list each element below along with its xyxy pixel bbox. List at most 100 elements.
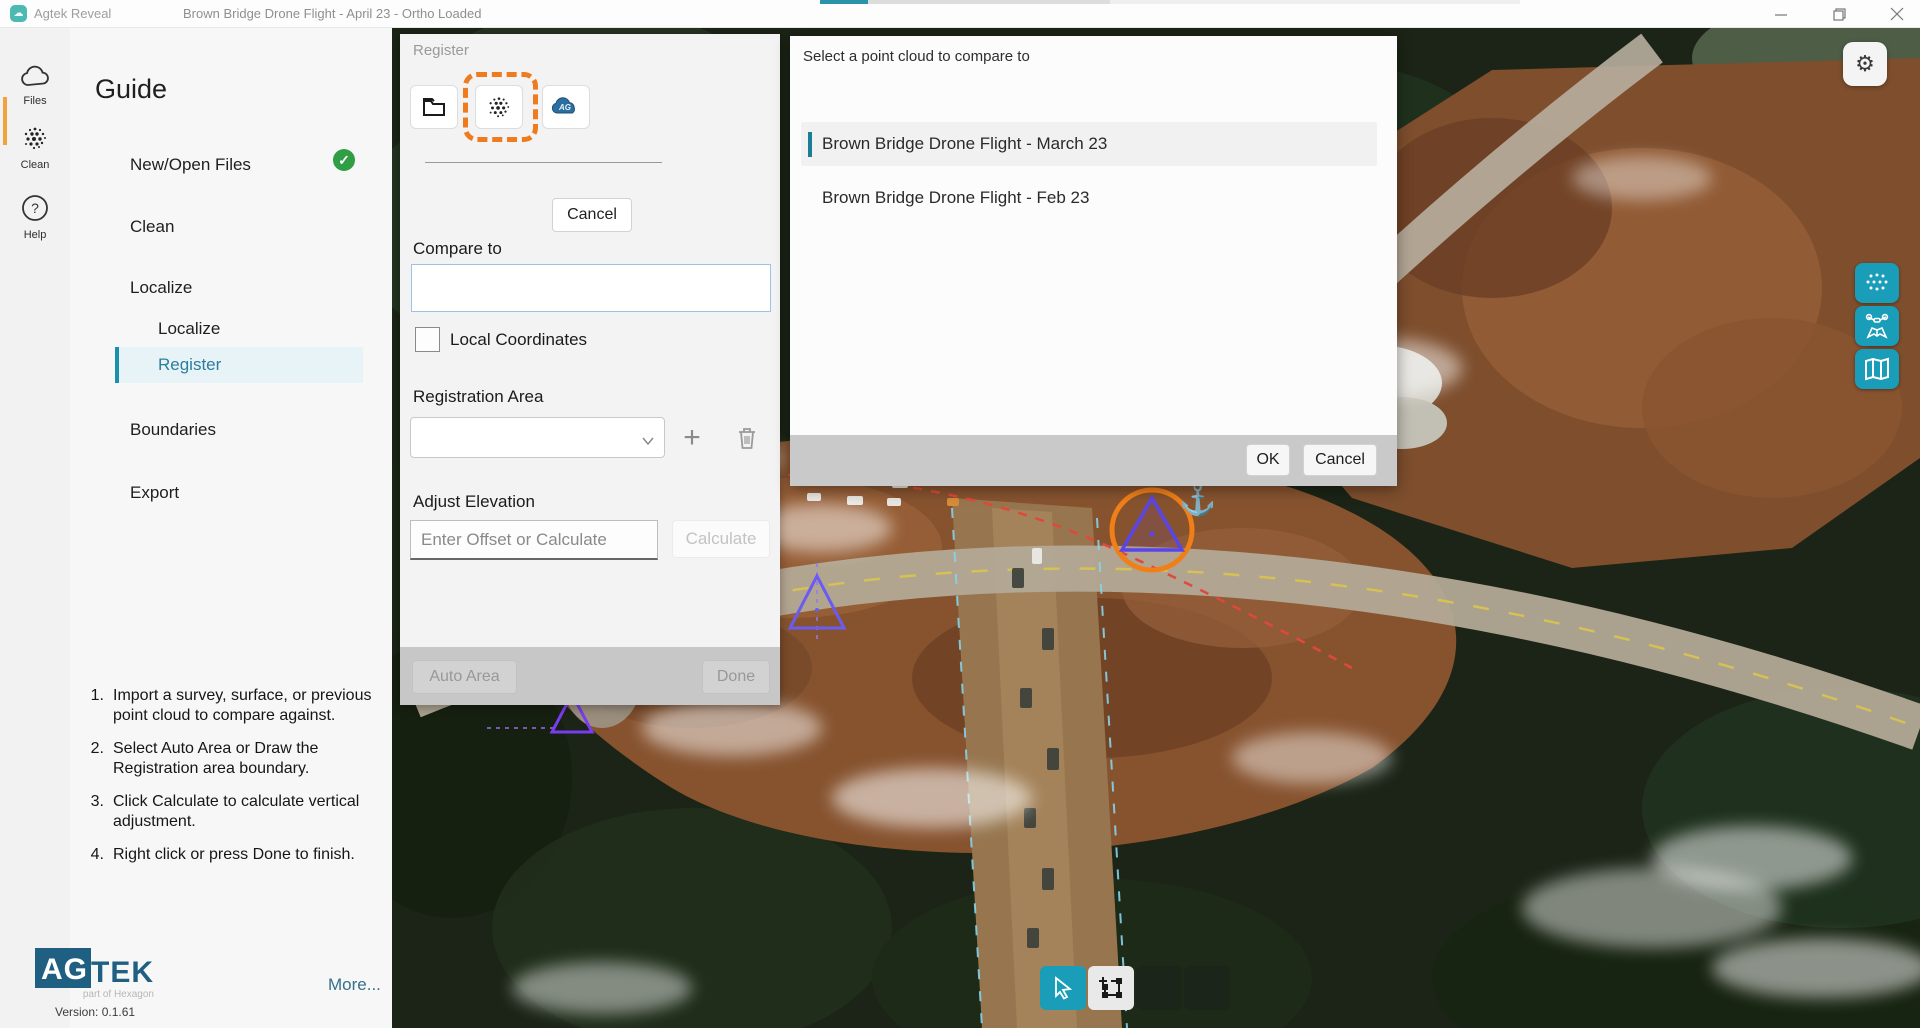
drone-flight-layer-button[interactable] <box>1855 306 1899 346</box>
tool-slot-3[interactable] <box>1136 966 1182 1010</box>
logo-ag: AG <box>35 948 91 988</box>
step-number: 2. <box>78 739 104 779</box>
delete-area-button[interactable] <box>730 422 764 456</box>
local-coordinates-label: Local Coordinates <box>450 330 587 350</box>
step-text: Click Calculate to calculate vertical ad… <box>113 792 378 832</box>
svg-text:AG: AG <box>558 103 571 112</box>
agtek-logo: AG TEK part of Hexagon Version: 0.1.61 <box>35 948 154 1019</box>
select-point-cloud-dialog: Select a point cloud to compare to Brown… <box>790 36 1397 486</box>
guide-item-new-open-files[interactable]: New/Open Files <box>115 147 363 183</box>
step-number: 3. <box>78 792 104 832</box>
map-layer-buttons <box>1855 263 1899 389</box>
bottom-toolbar <box>1040 966 1230 1010</box>
import-file-button[interactable] <box>410 85 458 129</box>
step-3: 3. Click Calculate to calculate vertical… <box>78 792 378 832</box>
tool-slot-4[interactable] <box>1184 966 1230 1010</box>
rail-label: Help <box>0 229 70 241</box>
guide-item-label: Clean <box>130 217 174 237</box>
rail-label: Clean <box>0 159 70 171</box>
chevron-down-icon <box>642 432 654 450</box>
loading-progress-bar <box>820 0 1520 4</box>
folder-icon <box>422 97 446 117</box>
check-circle-icon: ✓ <box>333 149 355 171</box>
registration-area-label: Registration Area <box>413 387 543 407</box>
local-coordinates-checkbox[interactable] <box>415 327 440 352</box>
help-icon: ? <box>21 194 49 222</box>
compare-to-input[interactable] <box>411 264 771 312</box>
register-panel: Register AG Cancel Compare to Local Coor… <box>400 34 780 705</box>
guide-panel: Guide New/Open Files ✓ Clean Localize Lo… <box>70 28 392 1028</box>
logo-tek: TEK <box>91 958 154 988</box>
close-button[interactable] <box>1888 5 1906 23</box>
guide-item-label: New/Open Files <box>130 155 251 175</box>
guide-item-export[interactable]: Export <box>115 475 363 511</box>
adjust-elevation-label: Adjust Elevation <box>413 492 535 512</box>
trash-icon <box>735 425 759 451</box>
draw-area-tool-button[interactable] <box>1088 966 1134 1010</box>
step-text: Select Auto Area or Draw the Registratio… <box>113 739 378 779</box>
calculate-button[interactable]: Calculate <box>672 520 770 558</box>
settings-button[interactable]: ⚙ <box>1843 42 1887 86</box>
draw-rectangle-icon <box>1098 975 1124 1001</box>
folded-map-icon <box>1864 357 1890 381</box>
add-area-button[interactable]: + <box>672 419 712 457</box>
step-4: 4. Right click or press Done to finish. <box>78 845 378 865</box>
rail-item-help[interactable]: ? Help <box>0 194 70 241</box>
auto-area-button[interactable]: Auto Area <box>412 660 517 694</box>
gear-icon: ⚙ <box>1855 51 1875 77</box>
rail-label: Files <box>0 95 70 107</box>
app-name: Agtek Reveal <box>34 6 111 21</box>
point-cloud-layer-button[interactable] <box>1855 263 1899 303</box>
point-cloud-option-feb[interactable]: Brown Bridge Drone Flight - Feb 23 <box>801 176 1377 220</box>
register-cancel-button[interactable]: Cancel <box>552 198 632 232</box>
point-cloud-icon <box>486 94 512 120</box>
step-text: Right click or press Done to finish. <box>113 845 355 865</box>
selection-bar <box>808 132 812 157</box>
compare-to-label: Compare to <box>413 239 502 259</box>
step-number: 4. <box>78 845 104 865</box>
svg-text:?: ? <box>31 200 39 216</box>
app-logo-icon: ☁ <box>10 5 27 22</box>
drone-over-map-icon <box>1863 312 1891 340</box>
more-link[interactable]: More... <box>328 975 383 995</box>
guide-item-localize-sub[interactable]: Localize <box>115 311 363 347</box>
dialog-footer: OK Cancel <box>790 435 1397 486</box>
guide-item-label: Localize <box>158 319 220 339</box>
step-text: Import a survey, surface, or previous po… <box>113 686 378 726</box>
restore-button[interactable] <box>1830 5 1848 23</box>
point-cloud-source-button[interactable] <box>475 85 523 129</box>
offset-input[interactable] <box>410 520 658 560</box>
rail-item-files[interactable]: Files <box>0 66 70 107</box>
minimize-button[interactable] <box>1772 5 1790 23</box>
register-footer: Auto Area Done <box>400 647 780 705</box>
step-2: 2. Select Auto Area or Draw the Registra… <box>78 739 378 779</box>
step-number: 1. <box>78 686 104 726</box>
point-cloud-dots-icon <box>1864 272 1890 294</box>
ag-cloud-source-button[interactable]: AG <box>542 85 590 129</box>
done-button[interactable]: Done <box>702 660 770 694</box>
guide-item-boundaries[interactable]: Boundaries <box>115 412 363 448</box>
rail-item-clean[interactable]: Clean <box>0 124 70 171</box>
step-1: 1. Import a survey, surface, or previous… <box>78 686 378 726</box>
option-label: Brown Bridge Drone Flight - Feb 23 <box>822 188 1089 208</box>
registration-area-dropdown[interactable] <box>410 417 665 458</box>
point-cloud-option-march[interactable]: Brown Bridge Drone Flight - March 23 <box>801 122 1377 166</box>
dialog-ok-button[interactable]: OK <box>1246 444 1290 476</box>
option-label: Brown Bridge Drone Flight - March 23 <box>822 134 1107 154</box>
titlebar: ☁ Agtek Reveal Brown Bridge Drone Flight… <box>0 0 1920 28</box>
map-layer-button[interactable] <box>1855 349 1899 389</box>
guide-item-label: Boundaries <box>130 420 216 440</box>
guide-item-localize[interactable]: Localize <box>115 270 363 306</box>
logo-tagline: part of Hexagon <box>35 989 154 1000</box>
dialog-title: Select a point cloud to compare to <box>803 48 1030 65</box>
cursor-icon <box>1052 976 1074 1000</box>
guide-item-label: Export <box>130 483 179 503</box>
document-title: Brown Bridge Drone Flight - April 23 - O… <box>183 6 481 21</box>
guide-item-clean[interactable]: Clean <box>115 209 363 245</box>
guide-item-register[interactable]: Register <box>115 347 363 383</box>
cloud-icon <box>20 66 50 88</box>
guide-item-label: Localize <box>130 278 192 298</box>
select-tool-button[interactable] <box>1040 966 1086 1010</box>
dialog-cancel-button[interactable]: Cancel <box>1303 444 1377 476</box>
guide-item-label: Register <box>158 355 221 375</box>
